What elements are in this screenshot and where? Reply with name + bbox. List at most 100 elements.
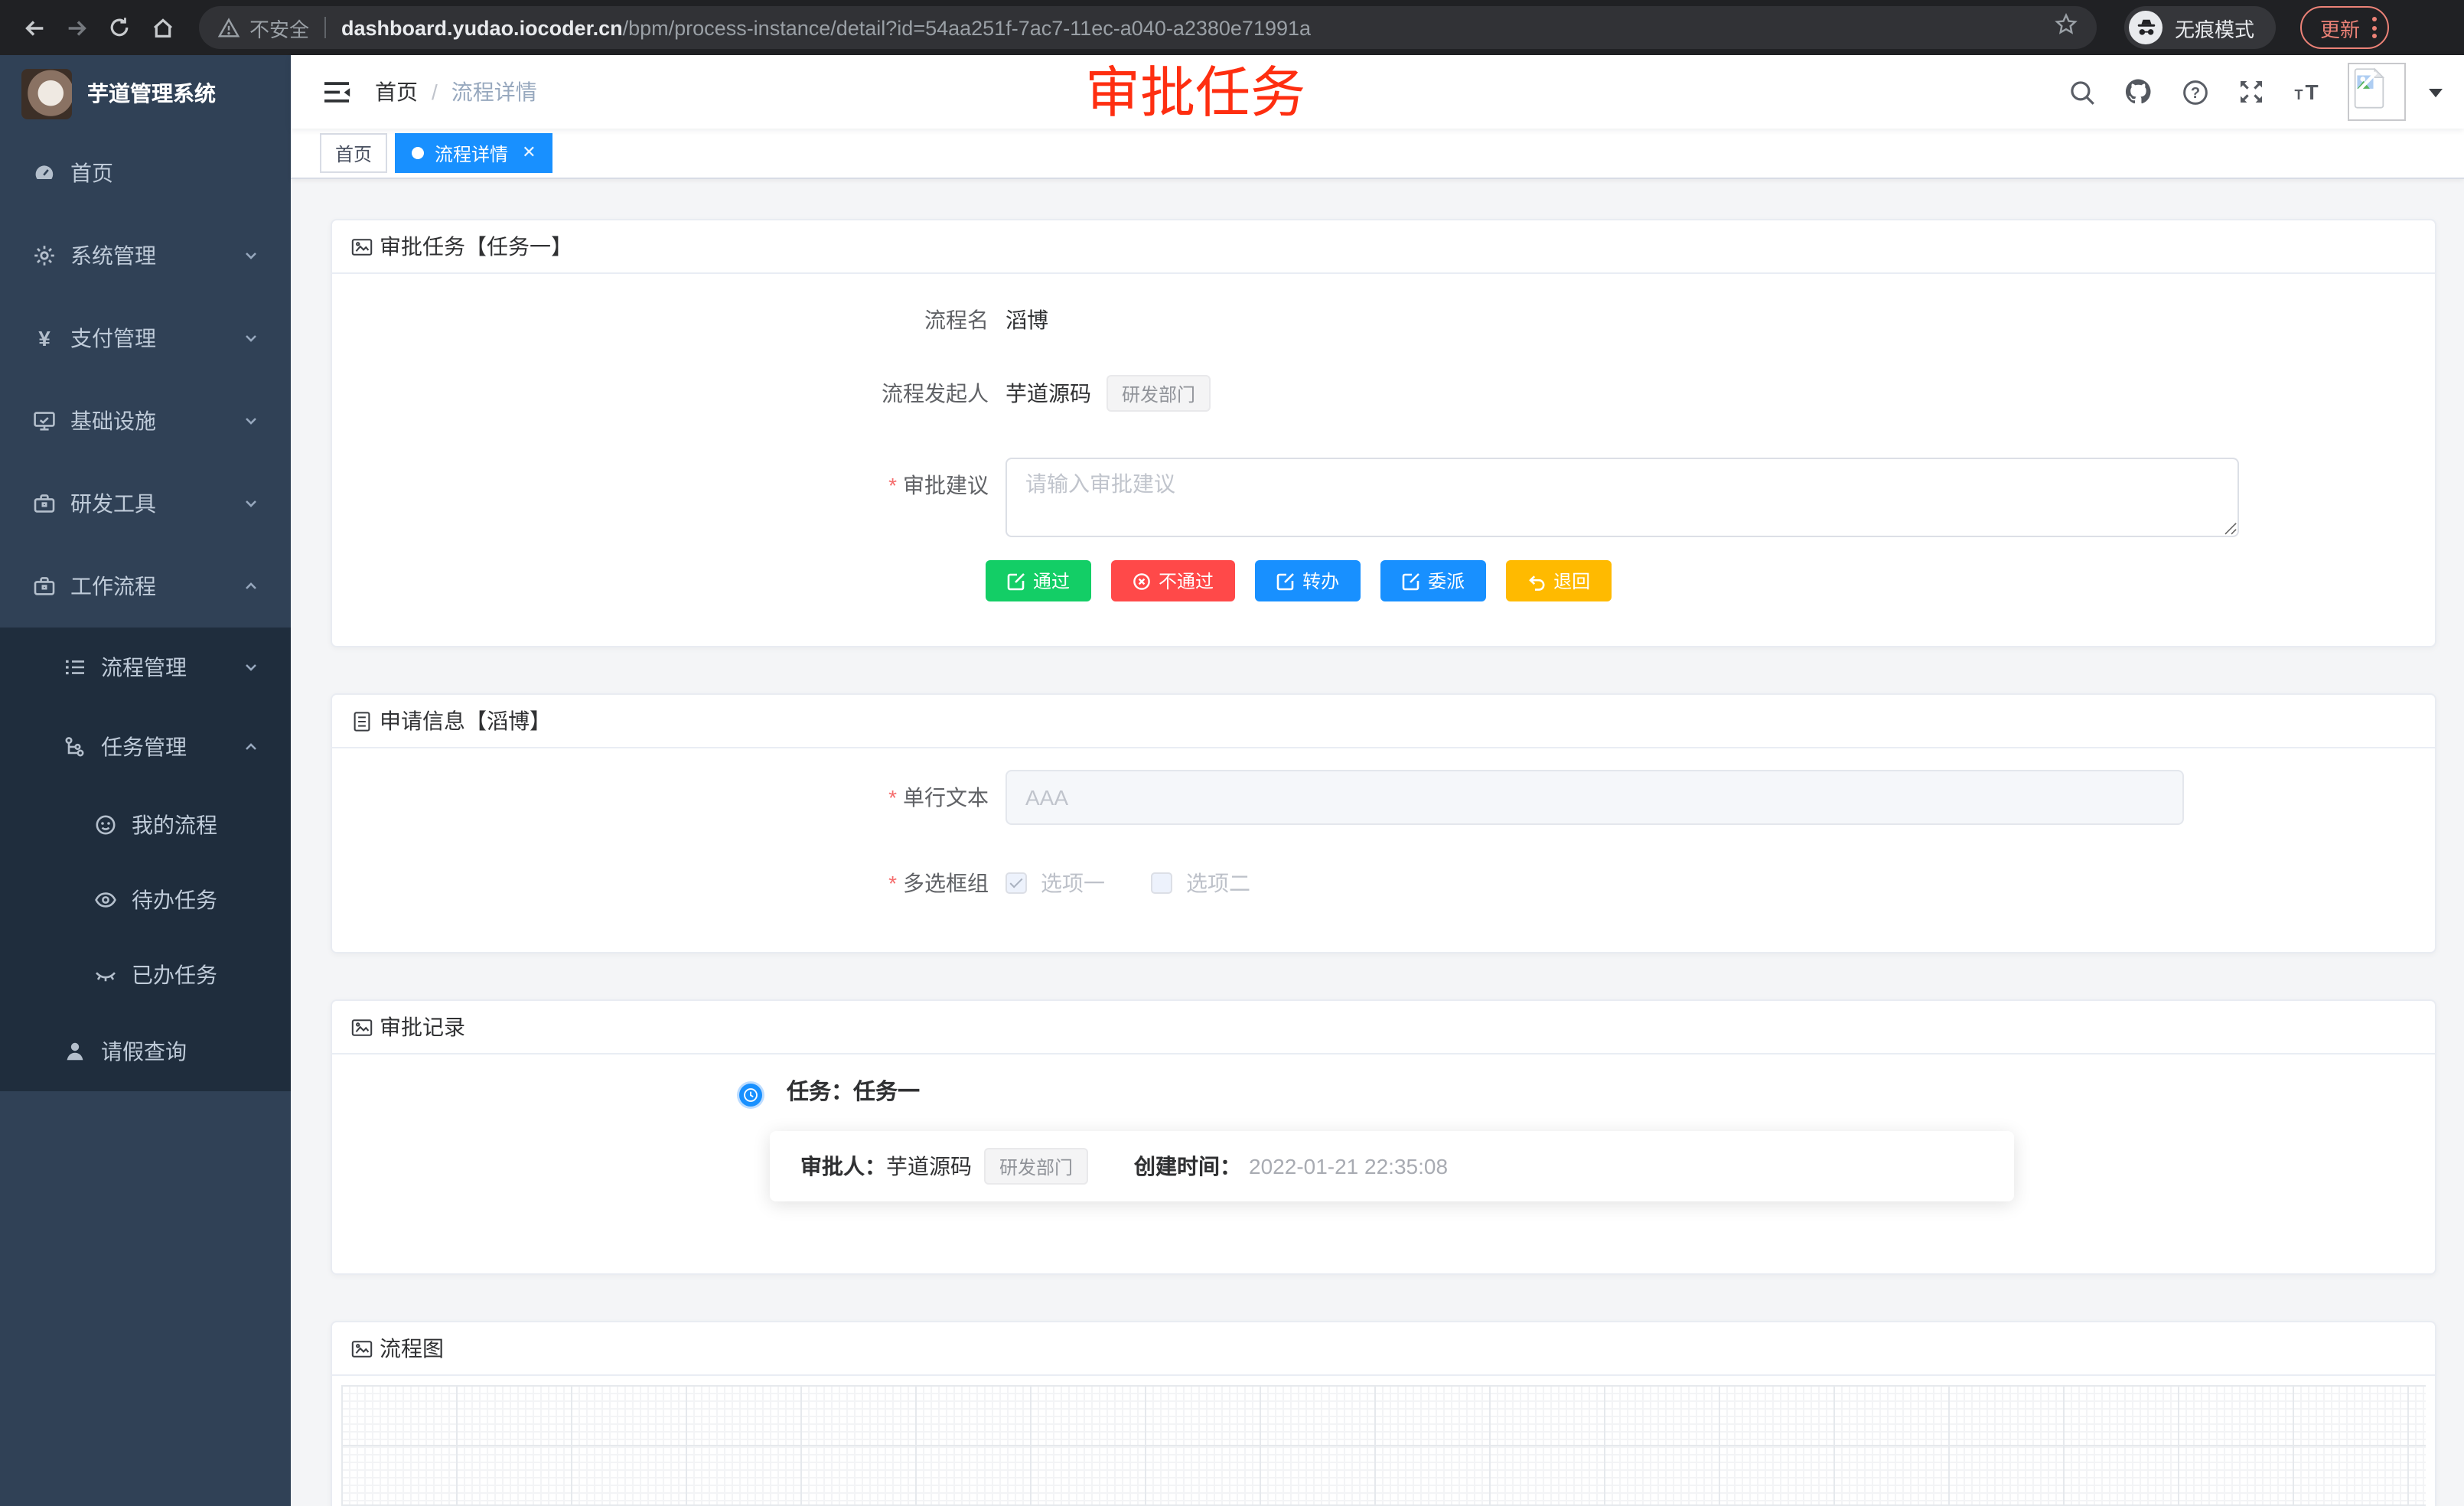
url-bar[interactable]: 不安全 dashboard.yudao.iocoder.cn/bpm/proce… [199, 6, 2097, 49]
flow-diagram-card: 流程图 [331, 1321, 2436, 1506]
timeline: 任务：任务一 审批人： 芋道源码 研发部门 创建时间： 2022-01-21 2… [332, 1055, 2435, 1278]
url-host: dashboard.yudao.iocoder.cn [341, 16, 623, 39]
breadcrumb-home[interactable]: 首页 [375, 80, 418, 104]
font-size-button[interactable]: TT [2291, 75, 2325, 109]
browser-back-button[interactable] [15, 9, 52, 46]
checkbox-group: 选项一 选项二 [1005, 868, 1250, 898]
hamburger-icon[interactable] [324, 80, 350, 103]
screen: 不安全 dashboard.yudao.iocoder.cn/bpm/proce… [0, 0, 2464, 1506]
avatar-caret-icon[interactable] [2429, 78, 2443, 106]
breadcrumb-separator: / [432, 80, 438, 104]
eye-closed-icon [93, 962, 118, 986]
card-header: 审批任务【任务一】 [332, 220, 2435, 274]
help-button[interactable]: ? [2178, 75, 2211, 109]
eye-icon [93, 887, 118, 911]
tab-close-icon[interactable]: ✕ [522, 145, 536, 161]
opinion-row: 审批建议 [332, 458, 2435, 537]
chevron-up-icon [242, 738, 260, 756]
initiator-row: 流程发起人 芋道源码 研发部门 [332, 375, 2435, 412]
yen-icon: ¥ [32, 326, 57, 350]
assignee-value: 芋道源码 [886, 1151, 972, 1182]
browser-update-button[interactable]: 更新 [2300, 6, 2389, 49]
sidebar-item-label: 支付管理 [70, 323, 156, 354]
update-label: 更新 [2320, 13, 2360, 42]
sidebar-item-leave-query[interactable]: 请假查询 [0, 1012, 291, 1091]
bookmark-star-button[interactable] [2054, 11, 2078, 44]
tab-process-detail[interactable]: 流程详情 ✕ [395, 133, 552, 173]
fullscreen-icon [2237, 78, 2265, 106]
sidebar-item-label: 任务管理 [101, 732, 187, 762]
gear-icon [32, 243, 57, 268]
return-button[interactable]: 退回 [1506, 560, 1612, 601]
tab-label: 首页 [335, 140, 372, 166]
back-icon [21, 15, 47, 41]
workflow-submenu: 流程管理 任务管理 我的流程 待办任务 [0, 628, 291, 1091]
assignee-label: 审批人： [800, 1151, 886, 1182]
navbar-actions: ? TT [2065, 63, 2443, 121]
reject-button[interactable]: 不通过 [1111, 560, 1235, 601]
incognito-badge: 无痕模式 [2124, 6, 2276, 49]
chevron-down-icon [242, 329, 260, 347]
dept-tag: 研发部门 [984, 1148, 1088, 1185]
checkbox-group-row: 多选框组 选项一 选项二 [332, 868, 2435, 898]
breadcrumb-current: 流程详情 [451, 80, 537, 104]
opinion-textarea[interactable] [1005, 458, 2239, 537]
tab-home[interactable]: 首页 [320, 133, 387, 173]
sidebar-item-pay[interactable]: ¥ 支付管理 [0, 297, 291, 380]
browser-chrome: 不安全 dashboard.yudao.iocoder.cn/bpm/proce… [0, 0, 2464, 55]
fullscreen-button[interactable] [2234, 75, 2268, 109]
sidebar-logo-row: 芋道管理系统 [0, 55, 291, 132]
svg-text:T: T [2295, 87, 2303, 103]
field-label: 多选框组 [332, 868, 989, 898]
sidebar-item-done-tasks[interactable]: 已办任务 [0, 937, 291, 1012]
browser-home-button[interactable] [144, 9, 181, 46]
sidebar-item-my-process[interactable]: 我的流程 [0, 787, 291, 862]
approval-record-card: 审批记录 任务：任务一 审批人： 芋道源码 研发部门 创建时间： 2022-01… [331, 999, 2436, 1275]
search-button[interactable] [2065, 75, 2098, 109]
approve-button[interactable]: 通过 [986, 560, 1091, 601]
browser-menu-icon[interactable] [2372, 17, 2377, 38]
search-icon [2067, 77, 2096, 106]
chevron-down-icon [242, 494, 260, 513]
record-detail-card: 审批人： 芋道源码 研发部门 创建时间： 2022-01-21 22:35:08 [770, 1131, 2014, 1201]
delegate-button[interactable]: 委派 [1380, 560, 1486, 601]
sidebar-item-label: 研发工具 [70, 488, 156, 519]
list-icon [63, 655, 87, 680]
incognito-icon [2129, 11, 2163, 44]
app-logo [21, 68, 72, 119]
app-title: 芋道管理系统 [87, 78, 216, 109]
face-icon [93, 812, 118, 836]
browser-forward-button[interactable] [58, 9, 95, 46]
avatar[interactable] [2348, 63, 2406, 121]
github-button[interactable] [2121, 75, 2155, 109]
button-label: 转办 [1302, 568, 1339, 594]
field-label: 流程名 [332, 305, 989, 335]
sidebar-item-process-mgmt[interactable]: 流程管理 [0, 628, 291, 707]
text-field-row: 单行文本 [332, 770, 2435, 825]
sidebar-item-task-mgmt[interactable]: 任务管理 [0, 707, 291, 787]
transfer-button[interactable]: 转办 [1255, 560, 1361, 601]
sidebar-item-label: 已办任务 [132, 959, 217, 989]
sidebar-item-devtools[interactable]: 研发工具 [0, 462, 291, 545]
sidebar-item-workflow[interactable]: 工作流程 [0, 545, 291, 628]
sidebar-item-todo-tasks[interactable]: 待办任务 [0, 862, 291, 937]
url-text: dashboard.yudao.iocoder.cn/bpm/process-i… [341, 16, 1311, 39]
card-title: 申请信息【滔博】 [380, 706, 551, 736]
picture-icon [350, 1337, 373, 1360]
sidebar-item-infra[interactable]: 基础设施 [0, 380, 291, 462]
sidebar-item-home[interactable]: 首页 [0, 132, 291, 214]
document-icon [350, 709, 373, 732]
single-line-input [1005, 770, 2184, 825]
bpmn-canvas[interactable] [341, 1385, 2426, 1506]
checkbox-option-2: 选项二 [1151, 868, 1250, 898]
browser-reload-button[interactable] [101, 9, 138, 46]
page-content: 审批任务【任务一】 流程名 滔博 流程发起人 芋道源码 研发部门 审批建议 [291, 179, 2464, 1506]
timeline-task-title: 任务：任务一 [787, 1074, 920, 1107]
sidebar-item-system[interactable]: 系统管理 [0, 214, 291, 297]
card-title: 审批任务【任务一】 [380, 231, 572, 262]
dashboard-icon [32, 161, 57, 185]
reload-icon [107, 15, 132, 40]
checkbox-label: 选项一 [1041, 868, 1105, 898]
chevron-down-icon [242, 658, 260, 676]
action-buttons: 通过 不通过 转办 委派 [986, 560, 2435, 601]
